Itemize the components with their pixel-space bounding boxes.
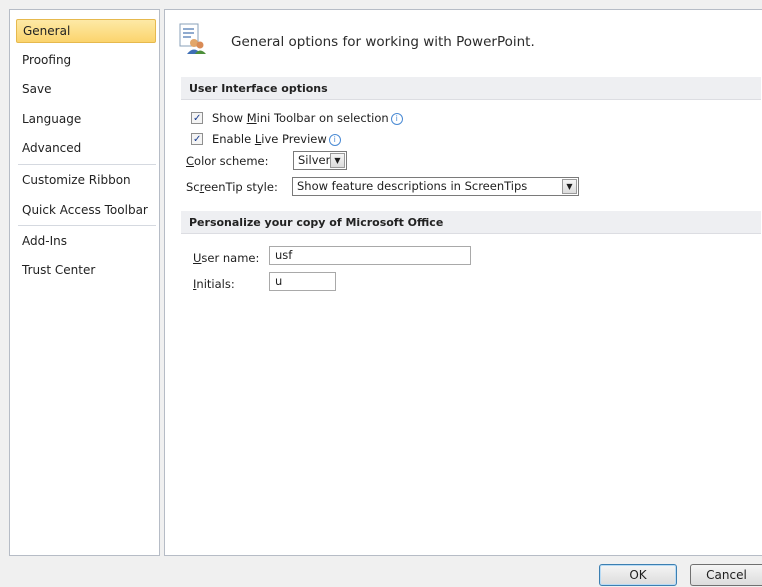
user-name-input[interactable]: usf (269, 246, 471, 265)
live-preview-checkbox[interactable]: ✓ (191, 133, 203, 145)
color-scheme-label: Color scheme: (186, 154, 269, 168)
screentip-style-value: Show feature descriptions in ScreenTips (297, 179, 528, 193)
checkmark-icon: ✓ (193, 134, 202, 145)
screentip-style-dropdown[interactable]: Show feature descriptions in ScreenTips … (292, 177, 579, 196)
nav-item-quick-access-toolbar[interactable]: Quick Access Toolbar (16, 199, 156, 223)
info-icon[interactable]: i (390, 112, 403, 125)
options-nav-pane: General Proofing Save Language Advanced … (9, 9, 160, 556)
screentip-style-label: ScreenTip style: (186, 180, 278, 194)
dropdown-arrow-icon[interactable]: ▼ (330, 153, 345, 168)
mini-toolbar-label: Show Mini Toolbar on selection i (212, 110, 403, 126)
nav-item-add-ins[interactable]: Add-Ins (16, 230, 156, 254)
nav-item-advanced[interactable]: Advanced (16, 137, 156, 161)
info-icon[interactable]: i (328, 133, 341, 146)
nav-item-language[interactable]: Language (16, 108, 156, 132)
color-scheme-value: Silver (298, 153, 331, 167)
nav-item-save[interactable]: Save (16, 78, 156, 102)
section-header-personalize: Personalize your copy of Microsoft Offic… (181, 211, 761, 234)
nav-item-customize-ribbon[interactable]: Customize Ribbon (16, 169, 156, 193)
section-header-ui-options: User Interface options (181, 77, 761, 100)
nav-divider (18, 225, 156, 226)
mini-toolbar-checkbox[interactable]: ✓ (191, 112, 203, 124)
nav-item-trust-center[interactable]: Trust Center (16, 259, 156, 283)
dropdown-arrow-icon[interactable]: ▼ (562, 179, 577, 194)
checkmark-icon: ✓ (193, 113, 202, 124)
initials-input[interactable]: u (269, 272, 336, 291)
initials-label: Initials: (193, 277, 235, 291)
user-name-label: User name: (193, 251, 260, 265)
color-scheme-dropdown[interactable]: Silver ▼ (293, 151, 347, 170)
cancel-button[interactable]: Cancel (690, 564, 762, 586)
options-content-pane: General options for working with PowerPo… (164, 9, 762, 556)
nav-item-proofing[interactable]: Proofing (16, 49, 156, 73)
live-preview-label: Enable Live Preview i (212, 131, 341, 147)
nav-divider (18, 164, 156, 165)
nav-item-general[interactable]: General (16, 19, 156, 43)
general-options-icon (179, 23, 206, 54)
ok-button[interactable]: OK (599, 564, 677, 586)
page-title: General options for working with PowerPo… (231, 34, 535, 50)
